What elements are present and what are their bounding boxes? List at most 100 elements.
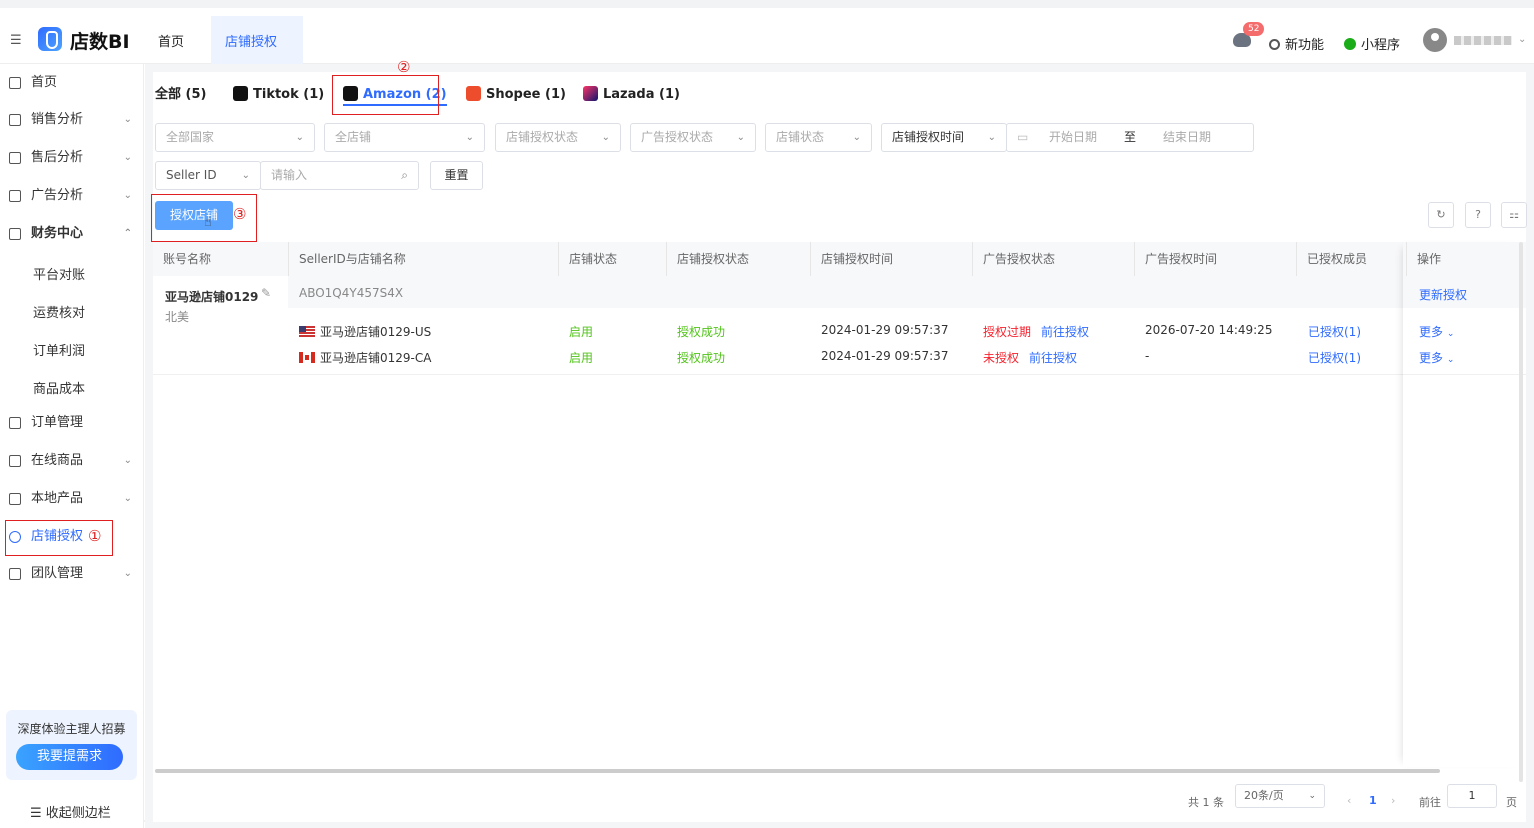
sidebar-item-sales[interactable]: 销售分析 ⌄ [0, 101, 144, 139]
go-authorize-link[interactable]: 前往授权 [1029, 349, 1077, 366]
next-page-icon[interactable]: › [1391, 794, 1395, 807]
tab-label: Lazada (1) [603, 87, 680, 102]
total-count: 共 1 条 [1188, 796, 1224, 809]
goto-page-input[interactable]: 1 [1447, 784, 1497, 808]
sidebar-item-finance[interactable]: 财务中心 ⌃ [0, 215, 144, 253]
store-status: 启用 [569, 325, 594, 339]
avatar[interactable] [1423, 28, 1447, 52]
page-unit-label: 页 [1506, 796, 1517, 809]
edit-icon[interactable]: ✎ [261, 286, 271, 300]
table-header: 账号名称 SellerID与店铺名称 店铺状态 店铺授权状态 店铺授权时间 广告… [153, 242, 1526, 276]
tab-shopee[interactable]: Shopee (1) [466, 84, 566, 106]
sidebar-item-label: 团队管理 [31, 566, 84, 581]
chevron-down-icon: ⌄ [465, 132, 474, 143]
chevron-down-icon: ⌄ [123, 114, 132, 125]
seller-id-select[interactable]: Seller ID ⌄ [155, 161, 261, 190]
sidebar-item-label: 在线商品 [31, 453, 84, 468]
sidebar-item-orders[interactable]: 订单管理 [0, 404, 144, 442]
main-content: 全部 (5) Tiktok (1) Amazon (2) ② Shopee (1… [145, 58, 1534, 828]
store-name-cell: 亚马逊店铺0129-US [299, 323, 431, 340]
tab-all[interactable]: 全部 (5) [155, 84, 206, 106]
end-date[interactable]: 结束日期 [1163, 124, 1211, 151]
search-input[interactable]: 请输入 ⌕ [260, 161, 419, 190]
select-value: 店铺授权时间 [892, 130, 965, 144]
sidebar-item-aftersales[interactable]: 售后分析 ⌄ [0, 139, 144, 177]
username-blurred [1454, 36, 1512, 45]
account-group-row [288, 276, 1526, 308]
prev-page-icon[interactable]: ‹ [1347, 794, 1351, 807]
chevron-down-icon: ⌄ [601, 132, 610, 143]
tab-tiktok[interactable]: Tiktok (1) [233, 84, 324, 106]
content-card: 全部 (5) Tiktok (1) Amazon (2) ② Shopee (1… [151, 58, 1527, 822]
ad-auth-status-select[interactable]: 广告授权状态 ⌄ [630, 123, 756, 152]
ad-auth-time: 2026-07-20 14:49:25 [1145, 323, 1273, 337]
column-header: 广告授权时间 [1134, 242, 1296, 276]
date-range-picker[interactable]: ▭ 开始日期 至 结束日期 [1006, 123, 1254, 152]
sidebar-item-label: 本地产品 [31, 491, 84, 506]
start-date[interactable]: 开始日期 [1049, 124, 1097, 151]
store-auth-time: 2024-01-29 09:57:37 [821, 323, 949, 337]
box-icon [9, 493, 21, 505]
column-header: 账号名称 [163, 252, 212, 266]
chevron-down-icon: ⌄ [1308, 791, 1316, 801]
sidebar-item-team[interactable]: 团队管理 ⌄ [0, 555, 144, 593]
menu-icon[interactable]: ☰ [10, 33, 22, 48]
page-size-select[interactable]: 20条/页 ⌄ [1235, 784, 1325, 808]
page-number[interactable]: 1 [1369, 794, 1377, 807]
store-auth-status: 授权成功 [677, 325, 726, 339]
authorized-members-link[interactable]: 已授权(1) [1308, 323, 1361, 340]
chevron-down-icon: ⌄ [295, 132, 304, 143]
logo-icon [38, 27, 62, 51]
column-settings-icon[interactable]: ⚏ [1501, 202, 1527, 228]
mini-program-link[interactable]: 小程序 [1344, 34, 1400, 53]
chevron-down-icon: ⌄ [241, 170, 250, 181]
new-feature-link[interactable]: 新功能 [1269, 34, 1324, 53]
menu-icon: ☰ [30, 806, 46, 821]
store-select[interactable]: 全店铺 ⌄ [324, 123, 485, 152]
feedback-button[interactable]: 我要提需求 [16, 744, 123, 770]
sidebar-item-ads[interactable]: 广告分析 ⌄ [0, 177, 144, 215]
aftersales-icon [9, 152, 21, 164]
tab-store-auth[interactable]: 店铺授权 [211, 16, 303, 64]
chevron-down-icon[interactable]: ⌄ [1518, 34, 1526, 45]
store-auth-status-select[interactable]: 店铺授权状态 ⌄ [495, 123, 621, 152]
help-icon[interactable]: ? [1465, 202, 1491, 228]
store-status: 启用 [569, 351, 594, 365]
chevron-down-icon: ⌄ [123, 152, 132, 163]
goto-label: 前往 [1419, 796, 1441, 809]
reset-button[interactable]: 重置 [430, 161, 483, 190]
shopee-icon [466, 86, 481, 101]
go-authorize-link[interactable]: 前往授权 [1041, 323, 1089, 340]
authorized-members-link[interactable]: 已授权(1) [1308, 349, 1361, 366]
search-icon[interactable]: ⌕ [401, 162, 408, 189]
vertical-scrollbar[interactable] [1519, 242, 1523, 782]
sidebar-item-home[interactable]: 首页 [0, 64, 144, 102]
tab-label: Tiktok (1) [253, 87, 325, 102]
sidebar-sub-freight[interactable]: 运费核对 [33, 302, 85, 321]
auth-time-type-select[interactable]: 店铺授权时间 ⌄ [881, 123, 1007, 152]
tab-lazada[interactable]: Lazada (1) [583, 84, 680, 106]
date-separator: 至 [1124, 130, 1137, 144]
column-header: 店铺状态 [558, 242, 666, 276]
horizontal-scrollbar[interactable] [155, 769, 1440, 773]
country-select[interactable]: 全部国家 ⌄ [155, 123, 315, 152]
wallet-icon [9, 228, 21, 240]
chevron-down-icon: ⌄ [123, 568, 132, 579]
app-window: ☰ 店数BI 首页 店铺授权 52 新功能 小程序 ⌄ 首页 销售分析 ⌄ 售后分… [0, 0, 1534, 828]
select-value: 店铺授权状态 [506, 130, 579, 144]
sidebar-sub-profit[interactable]: 订单利润 [33, 340, 85, 359]
new-feature-icon [1269, 39, 1280, 50]
tab-home[interactable]: 首页 [144, 16, 198, 64]
ad-auth-status: 未授权 [983, 351, 1020, 365]
ads-icon [9, 190, 21, 202]
sidebar-item-online-products[interactable]: 在线商品 ⌄ [0, 442, 144, 480]
sidebar-sub-cost[interactable]: 商品成本 [33, 378, 85, 397]
sidebar-item-local-products[interactable]: 本地产品 ⌄ [0, 480, 144, 518]
collapse-sidebar-button[interactable]: ☰ 收起侧边栏 [30, 802, 111, 821]
sidebar-sub-reconcile[interactable]: 平台对账 [33, 264, 85, 283]
orders-icon [9, 417, 21, 429]
calendar-icon: ▭ [1017, 130, 1029, 144]
refresh-icon[interactable]: ↻ [1428, 202, 1454, 228]
store-status-select[interactable]: 店铺状态 ⌄ [765, 123, 872, 152]
chevron-down-icon: ⌄ [123, 190, 132, 201]
